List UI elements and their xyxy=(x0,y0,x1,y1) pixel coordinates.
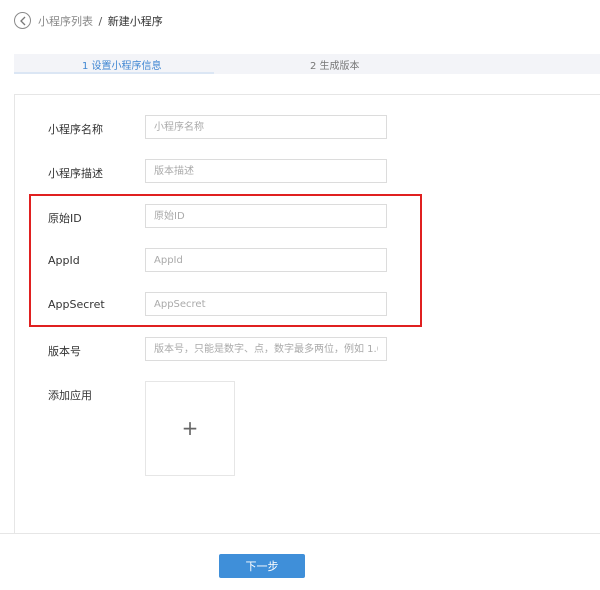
app-id-input[interactable] xyxy=(145,248,387,272)
footer-divider xyxy=(0,533,600,534)
plus-icon: + xyxy=(181,416,199,440)
form-row-version: 版本号 xyxy=(0,337,600,363)
breadcrumb: 小程序列表 / 新建小程序 xyxy=(38,13,163,29)
back-icon[interactable] xyxy=(14,12,31,29)
original-id-label: 原始ID xyxy=(48,212,82,225)
add-app-label: 添加应用 xyxy=(48,389,92,402)
form-row-description: 小程序描述 xyxy=(0,159,600,185)
step-2-label: 2 生成版本 xyxy=(310,61,360,72)
app-secret-input[interactable] xyxy=(145,292,387,316)
description-input[interactable] xyxy=(145,159,387,183)
add-app-upload-box[interactable]: + xyxy=(145,381,235,476)
step-progress-underline xyxy=(14,72,214,74)
next-step-button[interactable]: 下一步 xyxy=(219,554,305,578)
app-id-label: AppId xyxy=(48,254,80,267)
step-1-label: 1 设置小程序信息 xyxy=(82,61,162,72)
step-indicator: 1 设置小程序信息 2 生成版本 xyxy=(14,54,600,74)
form-row-app-id: AppId xyxy=(0,248,600,274)
name-input[interactable] xyxy=(145,115,387,139)
form-row-add-app: 添加应用 xyxy=(0,381,600,407)
description-label: 小程序描述 xyxy=(48,167,103,180)
form-row-name: 小程序名称 xyxy=(0,115,600,141)
page-header: 小程序列表 / 新建小程序 xyxy=(0,0,600,40)
breadcrumb-parent-link[interactable]: 小程序列表 xyxy=(38,15,93,28)
app-secret-label: AppSecret xyxy=(48,298,105,311)
form-row-app-secret: AppSecret xyxy=(0,292,600,318)
breadcrumb-current: 新建小程序 xyxy=(107,15,163,28)
breadcrumb-separator: / xyxy=(98,15,103,28)
original-id-input[interactable] xyxy=(145,204,387,228)
version-label: 版本号 xyxy=(48,345,81,358)
name-label: 小程序名称 xyxy=(48,123,103,136)
version-input[interactable] xyxy=(145,337,387,361)
form-row-original-id: 原始ID xyxy=(0,204,600,230)
